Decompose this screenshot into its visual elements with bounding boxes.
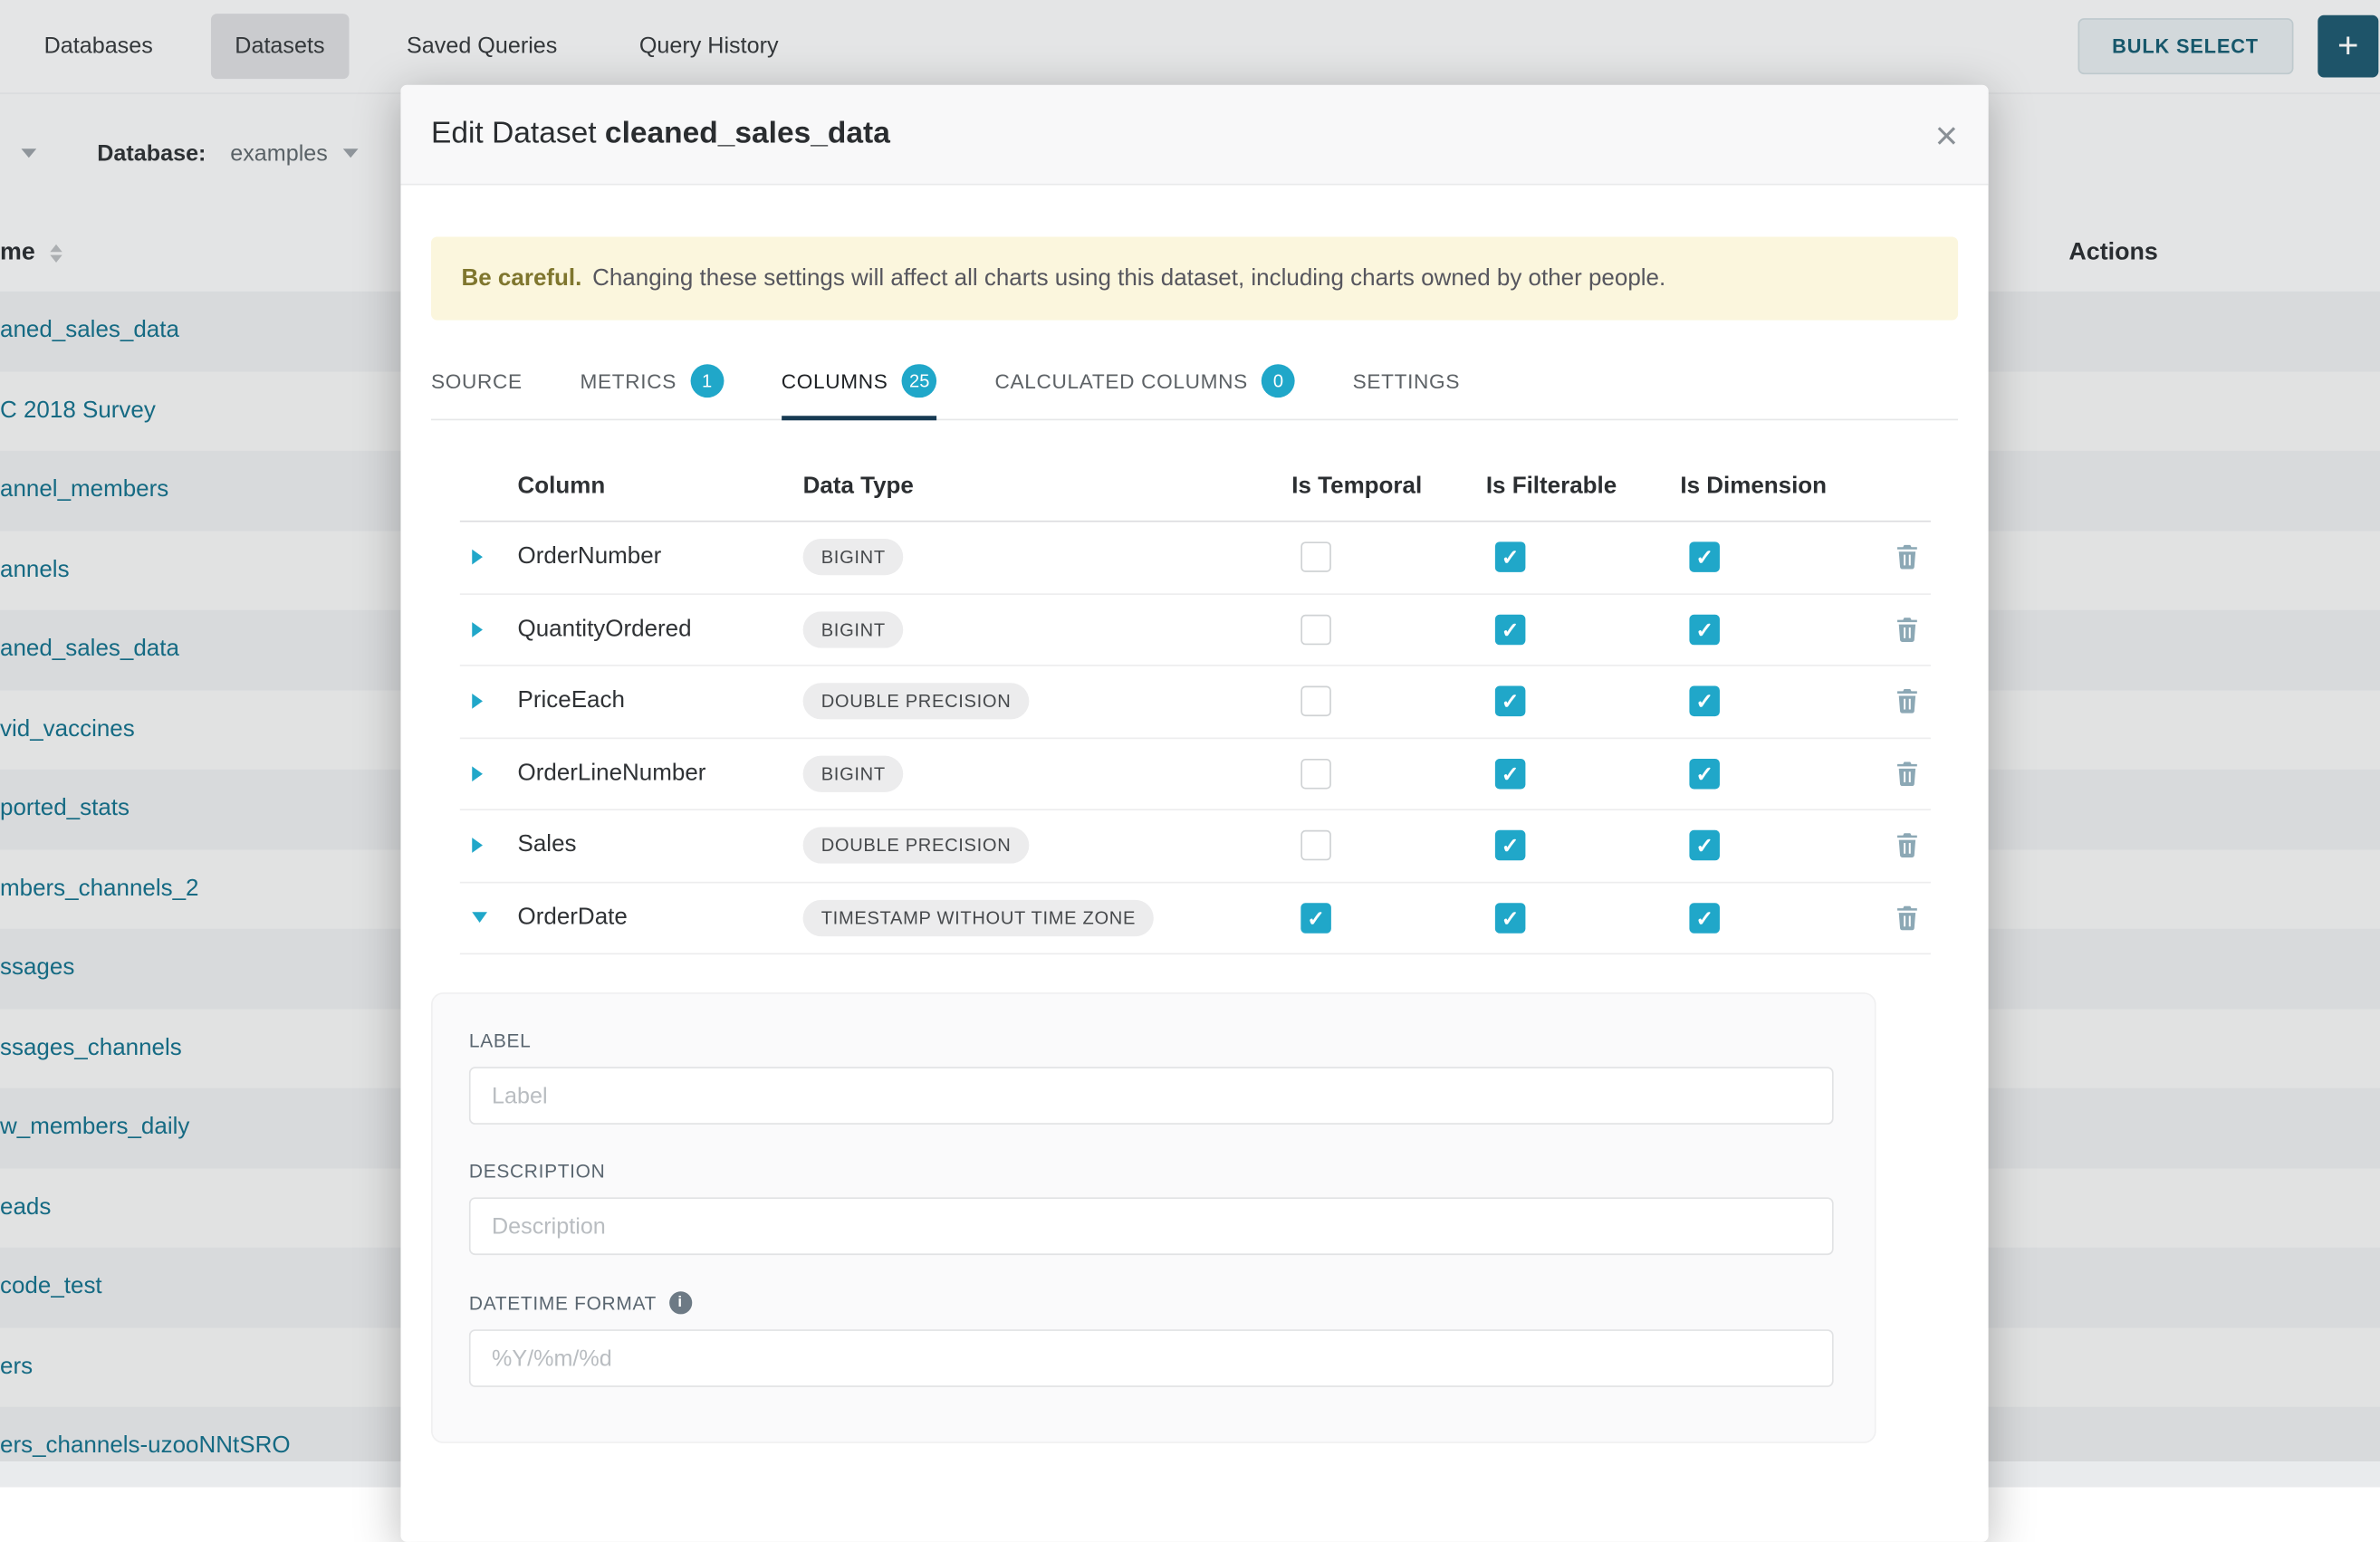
datetime-format-field-label: DATETIME FORMAT bbox=[469, 1291, 1834, 1314]
close-icon[interactable]: × bbox=[1935, 115, 1958, 155]
is-dimension-checkbox[interactable] bbox=[1689, 759, 1720, 790]
tab-columns[interactable]: COLUMNS 25 bbox=[782, 346, 937, 418]
columns-table-header: Column Data Type Is Temporal Is Filterab… bbox=[460, 454, 1931, 522]
modal-title-prefix: Edit Dataset bbox=[431, 117, 597, 150]
column-row: OrderDate TIMESTAMP WITHOUT TIME ZONE bbox=[460, 883, 1931, 955]
is-filterable-header: Is Filterable bbox=[1486, 474, 1681, 501]
warning-text: Changing these settings will affect all … bbox=[592, 264, 1665, 292]
column-row: Sales DOUBLE PRECISION bbox=[460, 810, 1931, 883]
tab-calculated-columns[interactable]: CALCULATED COLUMNS 0 bbox=[994, 346, 1294, 418]
is-filterable-checkbox[interactable] bbox=[1495, 903, 1526, 934]
expand-caret-icon[interactable] bbox=[472, 838, 483, 854]
is-filterable-checkbox[interactable] bbox=[1495, 614, 1526, 645]
delete-icon[interactable] bbox=[1895, 618, 1918, 642]
description-field-label: DESCRIPTION bbox=[469, 1161, 1834, 1182]
data-type-pill: BIGINT bbox=[803, 611, 904, 647]
delete-icon[interactable] bbox=[1895, 689, 1918, 714]
label-field-label: LABEL bbox=[469, 1030, 1834, 1051]
modal-title-dataset-name: cleaned_sales_data bbox=[605, 117, 890, 150]
expand-caret-icon[interactable] bbox=[472, 622, 483, 637]
data-type-pill: DOUBLE PRECISION bbox=[803, 684, 1030, 720]
is-temporal-checkbox[interactable] bbox=[1300, 903, 1331, 934]
tab-metrics[interactable]: METRICS 1 bbox=[581, 346, 724, 418]
is-temporal-header: Is Temporal bbox=[1291, 474, 1486, 501]
data-type-pill: TIMESTAMP WITHOUT TIME ZONE bbox=[803, 899, 1155, 935]
delete-icon[interactable] bbox=[1895, 761, 1918, 786]
tab-source[interactable]: SOURCE bbox=[431, 346, 523, 418]
column-name: OrderLineNumber bbox=[518, 760, 803, 787]
is-temporal-checkbox[interactable] bbox=[1300, 830, 1331, 861]
is-temporal-checkbox[interactable] bbox=[1300, 542, 1331, 573]
is-filterable-checkbox[interactable] bbox=[1495, 830, 1526, 861]
tab-label: SETTINGS bbox=[1353, 369, 1461, 392]
modal-body: Be careful. Changing these settings will… bbox=[400, 236, 1988, 1442]
expand-caret-icon[interactable] bbox=[472, 694, 483, 709]
datetime-format-input[interactable] bbox=[469, 1329, 1834, 1387]
edit-dataset-modal: Edit Dataset cleaned_sales_data × Be car… bbox=[400, 85, 1988, 1542]
is-filterable-checkbox[interactable] bbox=[1495, 542, 1526, 573]
is-dimension-checkbox[interactable] bbox=[1689, 614, 1720, 645]
data-type-pill: BIGINT bbox=[803, 755, 904, 791]
is-dimension-header: Is Dimension bbox=[1680, 474, 1875, 501]
is-dimension-checkbox[interactable] bbox=[1689, 830, 1720, 861]
tab-label: COLUMNS bbox=[782, 369, 888, 392]
description-input[interactable] bbox=[469, 1197, 1834, 1255]
is-temporal-checkbox[interactable] bbox=[1300, 614, 1331, 645]
data-type-pill: BIGINT bbox=[803, 539, 904, 575]
column-name: OrderNumber bbox=[518, 543, 803, 570]
data-type-pill: DOUBLE PRECISION bbox=[803, 828, 1030, 864]
info-icon[interactable] bbox=[668, 1291, 691, 1314]
modal-header: Edit Dataset cleaned_sales_data × bbox=[400, 85, 1988, 186]
collapse-caret-icon[interactable] bbox=[472, 913, 487, 924]
is-dimension-checkbox[interactable] bbox=[1689, 542, 1720, 573]
delete-icon[interactable] bbox=[1895, 834, 1918, 858]
tab-settings[interactable]: SETTINGS bbox=[1353, 346, 1461, 418]
modal-title: Edit Dataset cleaned_sales_data bbox=[431, 117, 890, 152]
tab-label: METRICS bbox=[581, 369, 677, 392]
is-filterable-checkbox[interactable] bbox=[1495, 686, 1526, 717]
is-temporal-checkbox[interactable] bbox=[1300, 759, 1331, 790]
column-name: PriceEach bbox=[518, 688, 803, 715]
warning-banner: Be careful. Changing these settings will… bbox=[431, 236, 1958, 320]
column-row: OrderNumber BIGINT bbox=[460, 522, 1931, 595]
column-row: QuantityOrdered BIGINT bbox=[460, 594, 1931, 666]
tab-count-badge: 0 bbox=[1262, 364, 1295, 397]
is-filterable-checkbox[interactable] bbox=[1495, 759, 1526, 790]
datetime-format-label-text: DATETIME FORMAT bbox=[469, 1292, 657, 1313]
delete-icon[interactable] bbox=[1895, 545, 1918, 570]
warning-bold-text: Be careful. bbox=[462, 264, 582, 292]
delete-icon[interactable] bbox=[1895, 905, 1918, 930]
expand-caret-icon[interactable] bbox=[472, 766, 483, 781]
column-row: OrderLineNumber BIGINT bbox=[460, 738, 1931, 810]
app-root: Databases Datasets Saved Queries Query H… bbox=[0, 0, 2380, 1461]
column-name: OrderDate bbox=[518, 904, 803, 931]
tab-label: CALCULATED COLUMNS bbox=[994, 369, 1247, 392]
modal-tabs: SOURCE METRICS 1 COLUMNS 25 CALCULATED C… bbox=[431, 346, 1958, 420]
columns-table: Column Data Type Is Temporal Is Filterab… bbox=[460, 454, 1931, 954]
tab-label: SOURCE bbox=[431, 369, 523, 392]
expand-caret-icon[interactable] bbox=[472, 550, 483, 565]
label-input[interactable] bbox=[469, 1067, 1834, 1125]
column-header: Column bbox=[518, 474, 803, 501]
tab-count-badge: 25 bbox=[902, 364, 937, 397]
is-dimension-checkbox[interactable] bbox=[1689, 686, 1720, 717]
tab-count-badge: 1 bbox=[690, 364, 724, 397]
column-name: Sales bbox=[518, 832, 803, 859]
data-type-header: Data Type bbox=[803, 474, 1292, 501]
column-row: PriceEach DOUBLE PRECISION bbox=[460, 666, 1931, 739]
column-name: QuantityOrdered bbox=[518, 616, 803, 643]
column-detail-panel: LABEL DESCRIPTION DATETIME FORMAT bbox=[431, 992, 1876, 1443]
is-temporal-checkbox[interactable] bbox=[1300, 686, 1331, 717]
is-dimension-checkbox[interactable] bbox=[1689, 903, 1720, 934]
